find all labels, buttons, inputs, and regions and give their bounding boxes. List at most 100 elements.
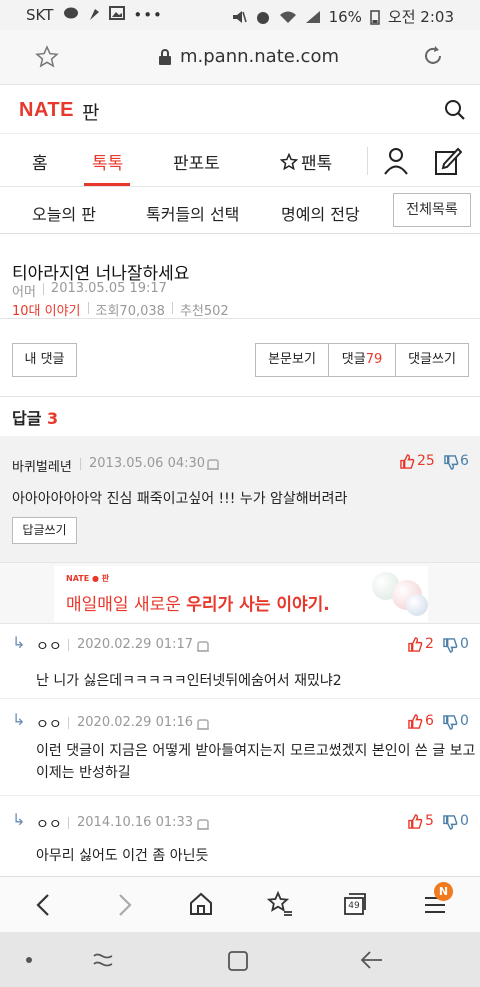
my-comments-button[interactable]: 내 댓글	[12, 343, 77, 377]
banner-text-a: 매일매일 새로운	[66, 595, 187, 615]
star-outline-icon[interactable]	[35, 45, 59, 69]
tabs-button[interactable]: 49	[343, 892, 367, 916]
chat-icon	[64, 7, 79, 19]
subnav-today[interactable]: 오늘의 판	[32, 201, 96, 225]
comments-button[interactable]: 댓글79	[329, 344, 396, 376]
reply-date: 2020.02.29 01:17	[77, 637, 194, 652]
url-field[interactable]: m.pann.nate.com	[158, 46, 339, 67]
home-button-icon[interactable]	[227, 950, 249, 972]
url-text: m.pann.nate.com	[180, 46, 339, 67]
comments-count: 79	[365, 352, 383, 367]
search-icon[interactable]	[443, 98, 467, 122]
write-icon[interactable]	[434, 146, 462, 176]
banner-text: 매일매일 새로운 우리가 사는 이야기.	[66, 590, 330, 615]
user-icon[interactable]	[383, 147, 409, 175]
main-comment: 바퀴벌레년 2013.05.06 04:30 25 6 아아아아아아악 진심 패…	[0, 436, 480, 562]
forward-icon[interactable]	[114, 893, 134, 917]
tab-pannphoto[interactable]: 판포토	[173, 149, 220, 174]
thumbs-down-icon[interactable]	[443, 638, 458, 653]
post-category[interactable]: 10대 이야기	[12, 300, 81, 319]
sub-nav: 오늘의 판 톡커들의 선택 명예의 전당 전체목록	[0, 188, 480, 234]
reply-text: 난 니가 싫은데ㅋㅋㅋㅋㅋ인터넷뒤에숨어서 재밌냐2	[36, 673, 342, 689]
carrier-label: SKT	[26, 6, 54, 24]
tab-separator	[367, 147, 368, 175]
bookmarks-icon[interactable]	[266, 891, 294, 917]
reply-date: 2014.10.16 01:33	[77, 815, 194, 830]
banner-text-b: 우리가 사는 이야기.	[186, 595, 330, 615]
downvote-count: 0	[460, 636, 469, 652]
reply-item: ↳ ㅇㅇ 2020.02.29 01:17 2 0 난 니가 싫은데ㅋㅋㅋㅋㅋ인…	[0, 625, 480, 699]
replies-label: 답글	[12, 409, 42, 428]
tab-home[interactable]: 홈	[32, 149, 48, 174]
report-icon[interactable]	[196, 716, 210, 730]
view-body-button[interactable]: 본문보기	[256, 344, 329, 376]
thumbs-up-icon[interactable]	[408, 714, 423, 729]
nate-logo[interactable]: NATE	[19, 99, 74, 122]
tab-count: 49	[348, 901, 360, 911]
reply-author[interactable]: ㅇㅇ	[36, 714, 62, 734]
ad-banner-area: NATE ● 판 매일매일 새로운 우리가 사는 이야기.	[0, 562, 480, 624]
reply-item: ↳ ㅇㅇ 2014.10.16 01:33 5 0 아무리 싫어도 이건 좀 아…	[0, 797, 480, 876]
reply-arrow-icon: ↳	[12, 810, 26, 829]
downvote-count: 0	[460, 813, 469, 829]
lock-icon	[159, 48, 171, 65]
battery-percent: 16%	[328, 7, 362, 26]
wifi-icon	[279, 11, 296, 23]
pann-logo[interactable]: 판	[82, 98, 99, 125]
upvote-count: 2	[425, 636, 434, 652]
post-date: 2013.05.05 19:17	[50, 281, 167, 296]
post-author[interactable]: 어머	[12, 281, 36, 300]
browser-url-bar: m.pann.nate.com	[0, 30, 480, 85]
image-icon	[109, 6, 126, 20]
reply-text: 이런 댓글이 지금은 어떻게 받아들여지는지 모르고썼겠지 본인이 쓴 글 보고…	[36, 743, 476, 781]
comment-text: 아아아아아아악 진심 패죽이고싶어 !!! 누가 암살해버려라	[12, 491, 348, 507]
reply-author[interactable]: ㅇㅇ	[36, 814, 62, 834]
pearl-decoration	[406, 594, 428, 616]
recent-apps-icon[interactable]	[92, 950, 114, 970]
refresh-icon[interactable]	[421, 44, 445, 68]
main-tabs: 홈 톡톡 판포토 팬톡	[0, 135, 480, 187]
replies-header: 답글 3	[12, 405, 58, 429]
tab-fantok[interactable]: 팬톡	[280, 149, 332, 174]
thumbs-up-icon[interactable]	[408, 814, 423, 829]
reply-arrow-icon: ↳	[12, 710, 26, 729]
downvote-count: 6	[460, 453, 469, 469]
dot-indicator	[26, 957, 32, 963]
screen: { "status_bar": { "carrier": "SKT", "bat…	[0, 0, 480, 987]
write-comment-button[interactable]: 댓글쓰기	[396, 344, 468, 376]
reply-author[interactable]: ㅇㅇ	[36, 636, 62, 656]
thumbs-down-icon[interactable]	[444, 455, 459, 470]
ad-banner[interactable]: NATE ● 판 매일매일 새로운 우리가 사는 이야기.	[54, 566, 428, 622]
back-icon[interactable]	[34, 893, 54, 917]
reply-item: ↳ ㅇㅇ 2020.02.29 01:16 6 0 이런 댓글이 지금은 어떻게…	[0, 700, 480, 796]
pin-icon	[90, 9, 100, 20]
signal-icon	[305, 10, 320, 23]
tab-toktok[interactable]: 톡톡	[92, 149, 123, 174]
comment-author[interactable]: 바퀴벌레년	[12, 456, 72, 475]
reply-write-button[interactable]: 답글쓰기	[12, 517, 77, 544]
post-recommend: 추천502	[179, 304, 229, 319]
home-icon[interactable]	[188, 891, 214, 917]
subnav-hall-of-fame[interactable]: 명예의 전당	[281, 201, 360, 225]
report-icon[interactable]	[196, 638, 210, 652]
mute-icon	[232, 10, 247, 23]
thumbs-down-icon[interactable]	[443, 815, 458, 830]
post-meta: 어머 2013.05.05 19:17	[12, 281, 167, 300]
all-list-button[interactable]: 전체목록	[393, 193, 471, 227]
browser-toolbar: 49 N	[0, 876, 480, 932]
thumbs-down-icon[interactable]	[443, 715, 458, 730]
report-icon[interactable]	[196, 816, 210, 830]
battery-icon	[370, 9, 380, 25]
star-icon	[280, 152, 298, 170]
reply-arrow-icon: ↳	[12, 633, 26, 652]
alarm-icon	[256, 11, 269, 24]
post-views: 조회70,038	[95, 304, 165, 319]
thumbs-up-icon[interactable]	[408, 637, 423, 652]
upvote-count: 6	[425, 713, 434, 729]
report-icon[interactable]	[206, 456, 220, 470]
banner-logo: NATE ● 판	[66, 574, 110, 583]
thumbs-up-icon[interactable]	[400, 454, 415, 469]
system-nav-bar	[0, 932, 480, 987]
system-back-icon[interactable]	[360, 950, 384, 970]
subnav-toker-choice[interactable]: 톡커들의 선택	[146, 201, 239, 225]
